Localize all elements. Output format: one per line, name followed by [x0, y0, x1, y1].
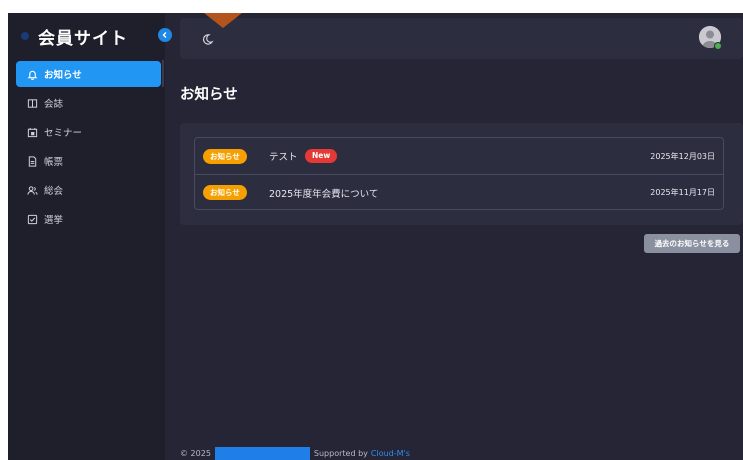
chevron-left-icon: [162, 32, 167, 38]
notice-date: 2025年12月03日: [650, 151, 715, 161]
sidebar-collapse-button[interactable]: [158, 28, 172, 42]
sidebar-nav: お知らせ 会誌 セミナー 帳票 総会 選挙: [16, 61, 161, 235]
sidebar-item-label: セミナー: [44, 128, 83, 139]
sidebar-item-notices[interactable]: お知らせ: [16, 61, 161, 87]
sidebar-item-forms[interactable]: 帳票: [16, 148, 161, 174]
notice-title[interactable]: テスト: [269, 149, 298, 163]
moon-icon: [202, 33, 214, 45]
sidebar-scrollbar[interactable]: [162, 60, 164, 87]
notice-row[interactable]: お知らせ テスト New 2025年12月03日: [195, 138, 723, 174]
brand[interactable]: 会員サイト: [18, 24, 128, 49]
copyright-text: © 2025: [180, 448, 211, 458]
sidebar-item-seminar[interactable]: セミナー: [16, 119, 161, 145]
sidebar: 会員サイト お知らせ 会誌 セミナー 帳票 総会 選挙: [8, 13, 165, 460]
past-notices-button[interactable]: 過去のお知らせを見る: [644, 234, 740, 253]
sidebar-item-label: 選挙: [44, 215, 64, 226]
page-title: お知らせ: [180, 87, 238, 103]
document-icon: [26, 155, 38, 167]
calendar-icon: [26, 126, 38, 138]
notice-list: お知らせ テスト New 2025年12月03日 お知らせ 2025年度年会費に…: [194, 137, 724, 210]
sidebar-item-election[interactable]: 選挙: [16, 206, 161, 232]
app-title: 会員サイト: [38, 28, 128, 49]
online-status-indicator: [714, 42, 722, 50]
redacted-org-name: [214, 446, 310, 460]
sidebar-item-label: 帳票: [44, 157, 64, 168]
sidebar-item-label: お知らせ: [44, 70, 82, 81]
category-tag: お知らせ: [203, 148, 247, 164]
notice-date: 2025年11月17日: [650, 188, 715, 197]
sidebar-item-journal[interactable]: 会誌: [16, 90, 161, 116]
sidebar-item-general-meeting[interactable]: 総会: [16, 177, 161, 203]
new-badge: New: [305, 149, 338, 163]
theme-toggle-button[interactable]: [199, 31, 215, 47]
app-window: 会員サイト お知らせ 会誌 セミナー 帳票 総会 選挙 お知らせ お知らせ テス…: [8, 13, 743, 460]
people-icon: [26, 184, 38, 196]
sidebar-item-label: 総会: [44, 186, 64, 197]
provider-link[interactable]: Cloud-M's: [371, 449, 410, 458]
category-tag: お知らせ: [203, 185, 247, 200]
bell-icon: [26, 68, 38, 80]
footer: © 2025 Supported by Cloud-M's: [180, 446, 410, 460]
brand-logo-icon: [18, 29, 32, 43]
supported-by-text: Supported by: [313, 448, 368, 458]
checkbox-icon: [26, 213, 38, 225]
top-bar: [180, 18, 743, 59]
notices-card: お知らせ テスト New 2025年12月03日 お知らせ 2025年度年会費に…: [180, 123, 743, 225]
book-icon: [26, 97, 38, 109]
sidebar-item-label: 会誌: [44, 99, 64, 110]
notice-row[interactable]: お知らせ 2025年度年会費について 2025年11月17日: [195, 174, 723, 210]
pointer-marker: [204, 13, 242, 28]
notice-title[interactable]: 2025年度年会費について: [269, 186, 378, 200]
